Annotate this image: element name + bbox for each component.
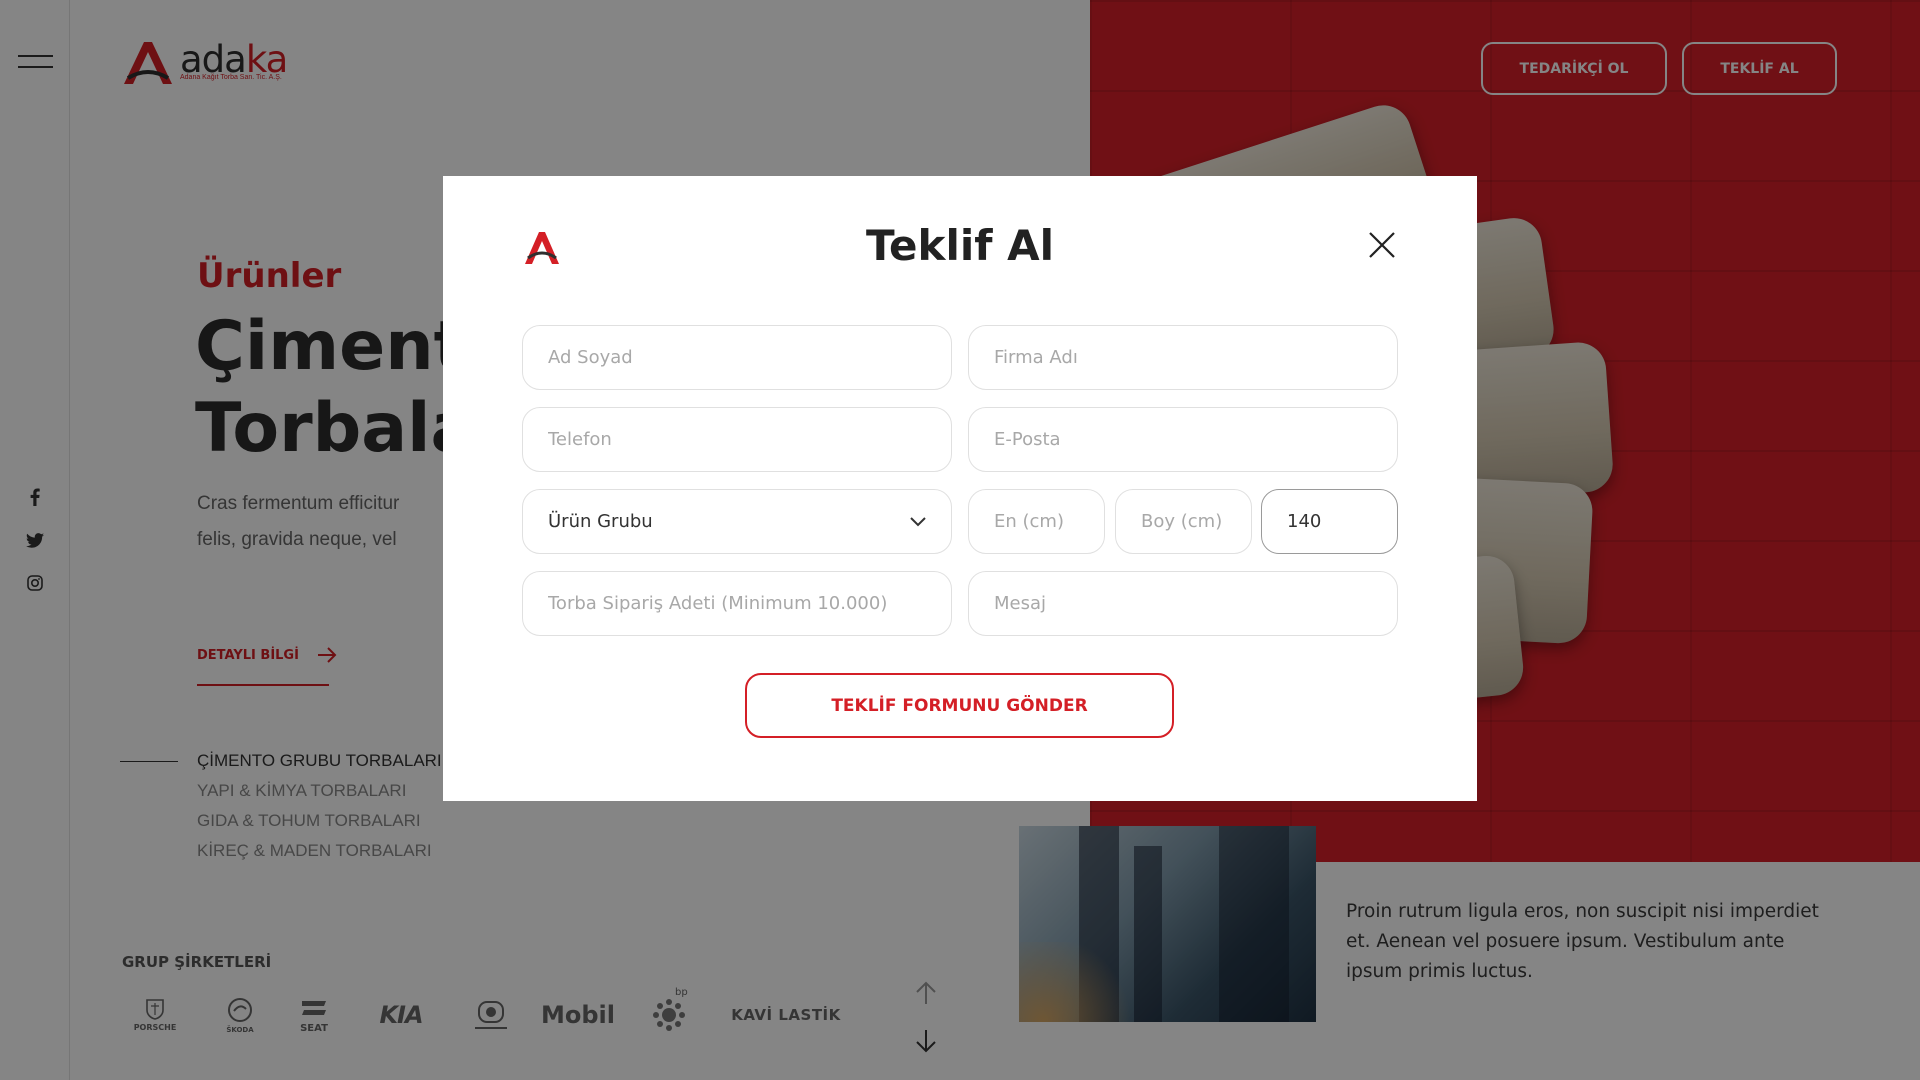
quote-modal: Teklif Al Ürün Grubu TEKLİF FORMUNU GÖND… — [443, 176, 1477, 801]
submit-quote-button[interactable]: TEKLİF FORMUNU GÖNDER — [745, 673, 1174, 738]
modal-title: Teklif Al — [865, 221, 1055, 270]
company-field[interactable] — [968, 325, 1398, 390]
height-field[interactable] — [1115, 489, 1252, 554]
email-field[interactable] — [968, 407, 1398, 472]
product-group-select[interactable]: Ürün Grubu — [522, 489, 952, 554]
width-field[interactable] — [968, 489, 1105, 554]
product-group-value: Ürün Grubu — [548, 511, 653, 532]
phone-field[interactable] — [522, 407, 952, 472]
name-field[interactable] — [522, 325, 952, 390]
message-field[interactable] — [968, 571, 1398, 636]
chevron-down-icon — [910, 516, 926, 526]
quantity-field[interactable] — [522, 571, 952, 636]
close-icon[interactable] — [1367, 230, 1397, 260]
gusset-field[interactable] — [1261, 489, 1398, 554]
